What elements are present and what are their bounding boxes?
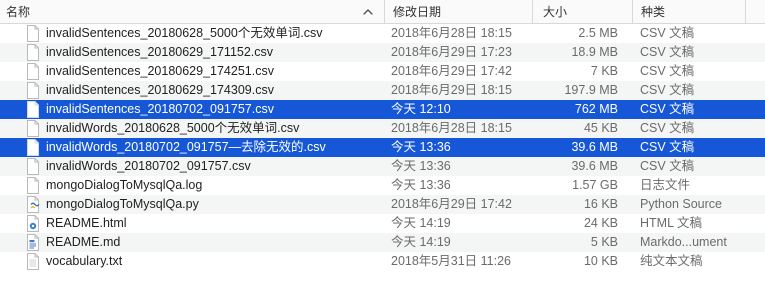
- file-modified-date: 今天 13:36: [391, 140, 451, 154]
- file-row[interactable]: mongoDialogToMysqlQa.py 2018年6月29日 17:42 1…: [0, 195, 765, 214]
- file-kind: CSV 文稿: [640, 83, 695, 97]
- file-size: 7 KB: [590, 64, 618, 78]
- file-name: invalidSentences_20180629_174251.csv: [46, 64, 274, 78]
- file-modified-date: 2018年6月29日 17:23: [391, 45, 512, 59]
- file-row[interactable]: vocabulary.txt 2018年5月31日 11:26 10 KB 纯文本文稿: [0, 252, 765, 271]
- file-row[interactable]: invalidWords_20180702_091757.csv 今天 13:36…: [0, 157, 765, 176]
- file-row[interactable]: mongoDialogToMysqlQa.log 今天 13:36 1.57 GB 日…: [0, 176, 765, 195]
- file-size: 16 KB: [583, 197, 618, 211]
- markdown-file-icon: [26, 234, 40, 251]
- file-name: invalidSentences_20180702_091757.csv: [46, 102, 274, 116]
- file-size: 197.9 MB: [564, 83, 618, 97]
- column-header-bar: 名称 修改日期 大小 种类: [0, 0, 765, 24]
- file-row[interactable]: invalidSentences_20180629_171152.csv 2018…: [0, 43, 765, 62]
- document-icon: [26, 120, 40, 137]
- file-name: invalidWords_20180628_5000个无效单词.csv: [46, 121, 300, 135]
- file-modified-date: 2018年6月28日 18:15: [391, 26, 512, 40]
- file-kind: CSV 文稿: [640, 140, 695, 154]
- file-modified-date: 今天 14:19: [391, 216, 451, 230]
- file-kind: 日志文件: [640, 178, 691, 192]
- file-name: invalidSentences_20180629_171152.csv: [46, 45, 274, 59]
- finder-list-view: 名称 修改日期 大小 种类 invalidSentences_20180628_…: [0, 0, 765, 292]
- file-row[interactable]: invalidSentences_20180628_5000个无效单词.csv 2…: [0, 24, 765, 43]
- file-name: vocabulary.txt: [46, 254, 123, 268]
- file-name: README.html: [46, 216, 127, 230]
- file-name: mongoDialogToMysqlQa.log: [46, 178, 203, 192]
- file-name: invalidWords_20180702_091757—去除无效的.csv: [46, 140, 326, 154]
- file-name: invalidSentences_20180628_5000个无效单词.csv: [46, 26, 323, 40]
- document-icon: [26, 82, 40, 99]
- file-kind: CSV 文稿: [640, 26, 695, 40]
- document-icon: [26, 101, 40, 118]
- file-modified-date: 今天 13:36: [391, 178, 451, 192]
- file-name: invalidWords_20180702_091757.csv: [46, 159, 251, 173]
- document-icon: [26, 139, 40, 156]
- file-row[interactable]: README.html 今天 14:19 24 KB HTML 文稿: [0, 214, 765, 233]
- column-header-kind[interactable]: 种类: [632, 0, 745, 24]
- file-size: 762 MB: [574, 102, 618, 116]
- file-kind: HTML 文稿: [640, 216, 703, 230]
- file-kind: CSV 文稿: [640, 121, 695, 135]
- file-name: mongoDialogToMysqlQa.py: [46, 197, 199, 211]
- file-kind: CSV 文稿: [640, 102, 695, 116]
- file-size: 5 KB: [590, 235, 618, 249]
- file-modified-date: 2018年5月31日 11:26: [391, 254, 511, 268]
- file-size: 1.57 GB: [572, 178, 618, 192]
- file-size: 18.9 MB: [571, 45, 618, 59]
- column-header-date-label: 修改日期: [393, 5, 442, 19]
- file-row[interactable]: invalidSentences_20180629_174309.csv 2018…: [0, 81, 765, 100]
- document-icon: [26, 63, 40, 80]
- file-size: 39.6 MB: [571, 140, 618, 154]
- text-file-icon: [26, 253, 40, 270]
- file-kind: CSV 文稿: [640, 64, 695, 78]
- file-modified-date: 2018年6月28日 18:15: [391, 121, 512, 135]
- file-kind: CSV 文稿: [640, 159, 695, 173]
- html-file-icon: [26, 215, 40, 232]
- document-icon: [26, 25, 40, 42]
- column-header-spacer: [745, 0, 765, 24]
- file-kind: Markdo...ument: [640, 235, 727, 249]
- column-header-size-label: 大小: [543, 5, 568, 19]
- file-modified-date: 2018年6月29日 17:42: [391, 64, 512, 78]
- document-icon: [26, 177, 40, 194]
- file-row[interactable]: invalidWords_20180628_5000个无效单词.csv 2018年…: [0, 119, 765, 138]
- file-row[interactable]: invalidSentences_20180702_091757.csv 今天 1…: [0, 100, 765, 119]
- file-kind: 纯文本文稿: [640, 254, 703, 268]
- document-icon: [26, 158, 40, 175]
- file-size: 45 KB: [583, 121, 618, 135]
- column-header-name-label: 名称: [6, 5, 31, 19]
- file-row[interactable]: invalidSentences_20180629_174251.csv 2018…: [0, 62, 765, 81]
- column-header-name[interactable]: 名称: [0, 0, 384, 24]
- file-list: invalidSentences_20180628_5000个无效单词.csv 2…: [0, 24, 765, 271]
- file-modified-date: 2018年6月29日 18:15: [391, 83, 512, 97]
- file-kind: CSV 文稿: [640, 45, 695, 59]
- file-size: 10 KB: [583, 254, 618, 268]
- file-row[interactable]: invalidWords_20180702_091757—去除无效的.csv 今天…: [0, 138, 765, 157]
- python-file-icon: [26, 196, 40, 213]
- file-modified-date: 2018年6月29日 17:42: [391, 197, 512, 211]
- file-modified-date: 今天 14:19: [391, 235, 451, 249]
- document-icon: [26, 44, 40, 61]
- file-row[interactable]: README.md 今天 14:19 5 KB Markdo...ument: [0, 233, 765, 252]
- file-modified-date: 今天 12:10: [391, 102, 451, 116]
- file-name: invalidSentences_20180629_174309.csv: [46, 83, 274, 97]
- sort-chevron-up-icon[interactable]: [362, 6, 374, 18]
- column-header-date[interactable]: 修改日期: [384, 0, 532, 24]
- file-name: README.md: [46, 235, 121, 249]
- column-header-kind-label: 种类: [641, 5, 666, 19]
- file-size: 39.6 MB: [571, 159, 618, 173]
- file-kind: Python Source: [640, 197, 722, 211]
- column-header-size[interactable]: 大小: [532, 0, 632, 24]
- file-size: 24 KB: [583, 216, 618, 230]
- file-modified-date: 今天 13:36: [391, 159, 451, 173]
- file-size: 2.5 MB: [578, 26, 618, 40]
